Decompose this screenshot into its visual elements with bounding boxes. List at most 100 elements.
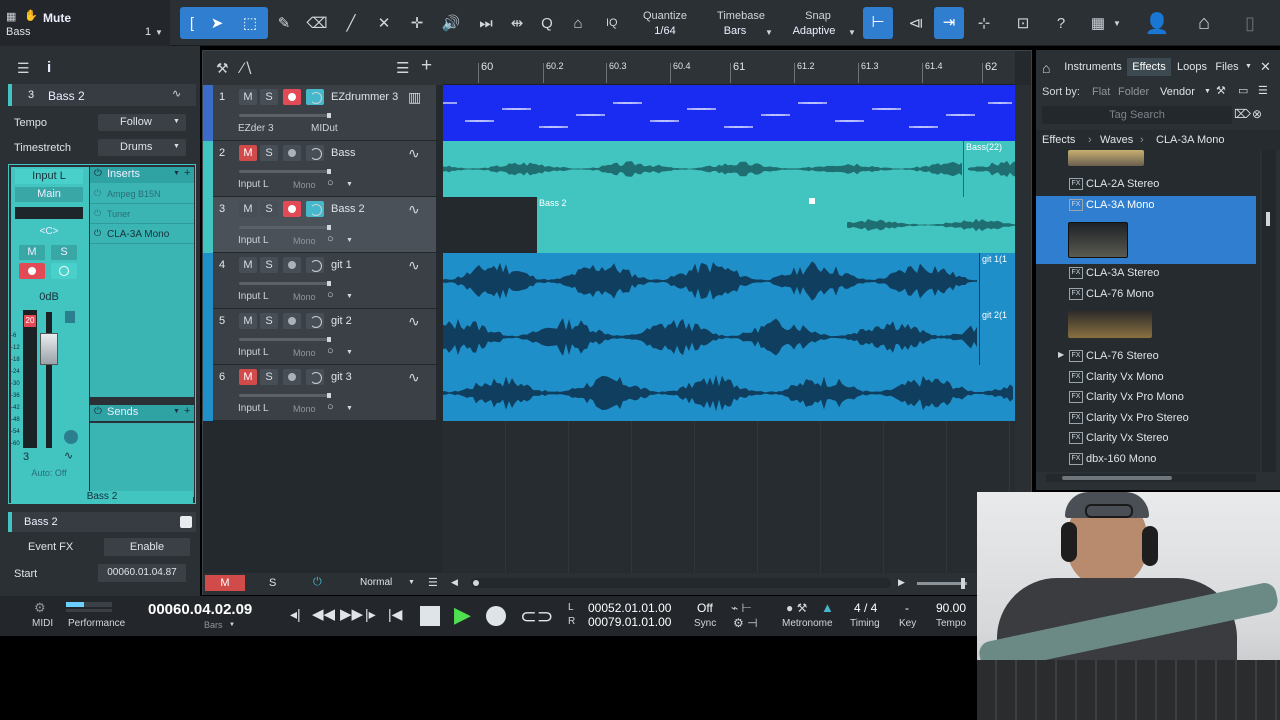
power-icon[interactable]: ⏻ <box>94 168 102 179</box>
automation-icon[interactable]: ∕∖ <box>241 59 253 77</box>
insert-slot[interactable]: ⏻ Ampeg B15N <box>90 186 194 204</box>
settings-icon[interactable]: ⚙ ⊣ <box>733 616 758 630</box>
browser-item[interactable]: FX CLA-2A Stereo <box>1069 174 1260 194</box>
tag-icon[interactable]: ⌦ <box>1234 107 1251 121</box>
forward-icon[interactable]: ▶▶ <box>340 605 363 623</box>
scroll-handle[interactable] <box>65 311 75 323</box>
track-header[interactable]: 4 M Sgit 1 ∿ Input L Mono ○ ▼ <box>203 253 436 309</box>
track-mono[interactable]: Mono <box>293 292 316 302</box>
power-icon[interactable]: ⏻ <box>94 208 101 219</box>
git1-clip-end[interactable]: git 1(1 <box>979 253 1015 309</box>
output-icon[interactable]: ○ <box>327 233 334 245</box>
tempo-value[interactable]: 90.00 <box>936 601 966 615</box>
track-mono[interactable]: Mono <box>293 404 316 414</box>
track-volume-fader[interactable] <box>239 281 331 286</box>
output-icon[interactable]: ○ <box>327 289 334 301</box>
power-icon[interactable]: ⏻ <box>313 576 322 589</box>
snap-select[interactable]: Adaptive <box>788 25 840 37</box>
marker-prev-icon[interactable]: ◂| <box>290 606 301 623</box>
expand-icon[interactable] <box>64 430 78 444</box>
pencil-tool-icon[interactable]: ✎ <box>270 8 298 38</box>
add-insert-button[interactable]: + <box>184 167 190 179</box>
pan-bar[interactable] <box>15 207 83 219</box>
channel-output-button[interactable]: Main <box>15 187 83 202</box>
browser-tab-active[interactable]: Effects <box>1127 58 1171 76</box>
track-input[interactable]: Input L <box>238 235 269 246</box>
track-record-button[interactable] <box>283 145 301 161</box>
tempo-select[interactable]: Follow ▼ <box>98 114 186 131</box>
track-name[interactable]: git 2 <box>331 315 352 327</box>
track-solo-button[interactable]: S <box>260 201 278 217</box>
bass-clip[interactable] <box>443 141 963 197</box>
track-header[interactable]: 2 M S Bass ∿ Input L Mono ○ ▼ <box>203 141 436 197</box>
browser-item[interactable]: FX Clarity Vx Pro Mono <box>1069 387 1260 407</box>
iq-label[interactable]: IQ <box>606 17 618 29</box>
cursor-follow-icon[interactable]: ⊹ <box>970 8 998 38</box>
timing-value[interactable]: 4 / 4 <box>854 601 877 615</box>
time-unit[interactable]: Bars <box>204 620 223 630</box>
add-track-button[interactable]: + <box>421 55 432 77</box>
breadcrumb-item[interactable]: Effects <box>1042 134 1075 146</box>
track-input[interactable]: Input L <box>238 291 269 302</box>
track-input[interactable]: Input L <box>238 347 269 358</box>
timebase-select[interactable]: Bars <box>712 25 758 37</box>
phone-icon[interactable]: ▯ <box>1236 8 1264 38</box>
track-input[interactable]: Input L <box>238 179 269 190</box>
browser-tab[interactable]: Files <box>1212 58 1242 76</box>
browser-tab[interactable]: Loops <box>1174 58 1210 76</box>
track-solo-button[interactable]: S <box>260 313 278 329</box>
record-button[interactable] <box>486 606 506 626</box>
track-input[interactable]: Input L <box>238 403 269 414</box>
metronome-dot-icon[interactable]: ● ⚒ <box>786 601 807 615</box>
browser-item[interactable]: FX Clarity Vx Stereo <box>1069 428 1260 448</box>
breadcrumb-item[interactable]: Waves <box>1100 134 1133 146</box>
snap-toggle-button[interactable]: ⊢ <box>863 7 893 39</box>
list-icon[interactable]: ☰ <box>1258 84 1268 97</box>
power-icon[interactable]: ⏻ <box>94 188 101 199</box>
sort-flat[interactable]: Flat <box>1092 86 1110 98</box>
bass-clip-end[interactable]: Bass(22) <box>963 141 1016 197</box>
track-mute-button[interactable]: M <box>239 257 257 273</box>
horizontal-scrollbar[interactable] <box>471 578 891 588</box>
track-mute-button[interactable]: M <box>239 369 257 385</box>
mode-select[interactable]: Normal <box>360 577 392 588</box>
track-input[interactable]: EZder 3 <box>238 123 274 134</box>
output-icon[interactable]: ○ <box>327 345 334 357</box>
listen-tool-icon[interactable]: 🔊 <box>437 8 465 38</box>
browser-item-selected[interactable]: FX CLA-3A Mono <box>1069 195 1260 215</box>
track-solo-button[interactable]: S <box>260 257 278 273</box>
track-name[interactable]: git 1 <box>331 259 352 271</box>
channel-mute-button[interactable]: M <box>19 245 45 260</box>
arrow-tool-icon[interactable]: ➤ <box>203 8 231 38</box>
scroll-left-icon[interactable]: ◀ <box>451 577 458 588</box>
track-mono[interactable]: Mono <box>293 236 316 246</box>
layout-icon[interactable]: ▭ <box>1238 84 1248 97</box>
bend-icon[interactable]: ⏭ <box>472 8 500 38</box>
menu-icon[interactable]: ☰ <box>17 60 30 77</box>
home-icon[interactable]: ⌂ <box>1042 60 1050 76</box>
wrench-icon[interactable]: ⚒ <box>1216 84 1226 97</box>
track-record-button[interactable] <box>283 369 301 385</box>
channel-monitor-button[interactable] <box>51 263 77 279</box>
track-monitor-button[interactable] <box>306 89 324 105</box>
track-header[interactable]: 6 M Sgit 3 ∿ Input L Mono ○ ▼ <box>203 365 436 421</box>
output-icon[interactable]: ○ <box>327 177 334 189</box>
track-record-button[interactable] <box>283 257 301 273</box>
event-toggle[interactable] <box>180 516 192 528</box>
insert-slot[interactable]: ⏻ Tuner <box>90 206 194 224</box>
track-mute-button[interactable]: M <box>239 145 257 161</box>
expand-triangle-icon[interactable]: ▶ <box>1058 350 1064 359</box>
user-icon[interactable]: 👤 <box>1143 8 1171 38</box>
browser-item[interactable]: FX CLA-3A Stereo <box>1069 263 1260 283</box>
info-icon[interactable]: i <box>47 59 51 76</box>
scroll-right-icon[interactable]: ▶ <box>898 577 905 588</box>
track-mono[interactable]: Mono <box>293 348 316 358</box>
channel-solo-button[interactable]: S <box>51 245 77 260</box>
close-icon[interactable]: ✕ <box>1260 59 1271 75</box>
volume-fader[interactable] <box>40 333 58 365</box>
nudge-left-icon[interactable]: ⧏ <box>902 8 930 38</box>
track-record-button[interactable] <box>283 89 301 105</box>
track-name[interactable]: EZdrummer 3 <box>331 91 398 103</box>
rewind-icon[interactable]: ◀◀ <box>312 605 335 623</box>
loop-end[interactable]: 00079.01.01.00 <box>588 615 671 629</box>
